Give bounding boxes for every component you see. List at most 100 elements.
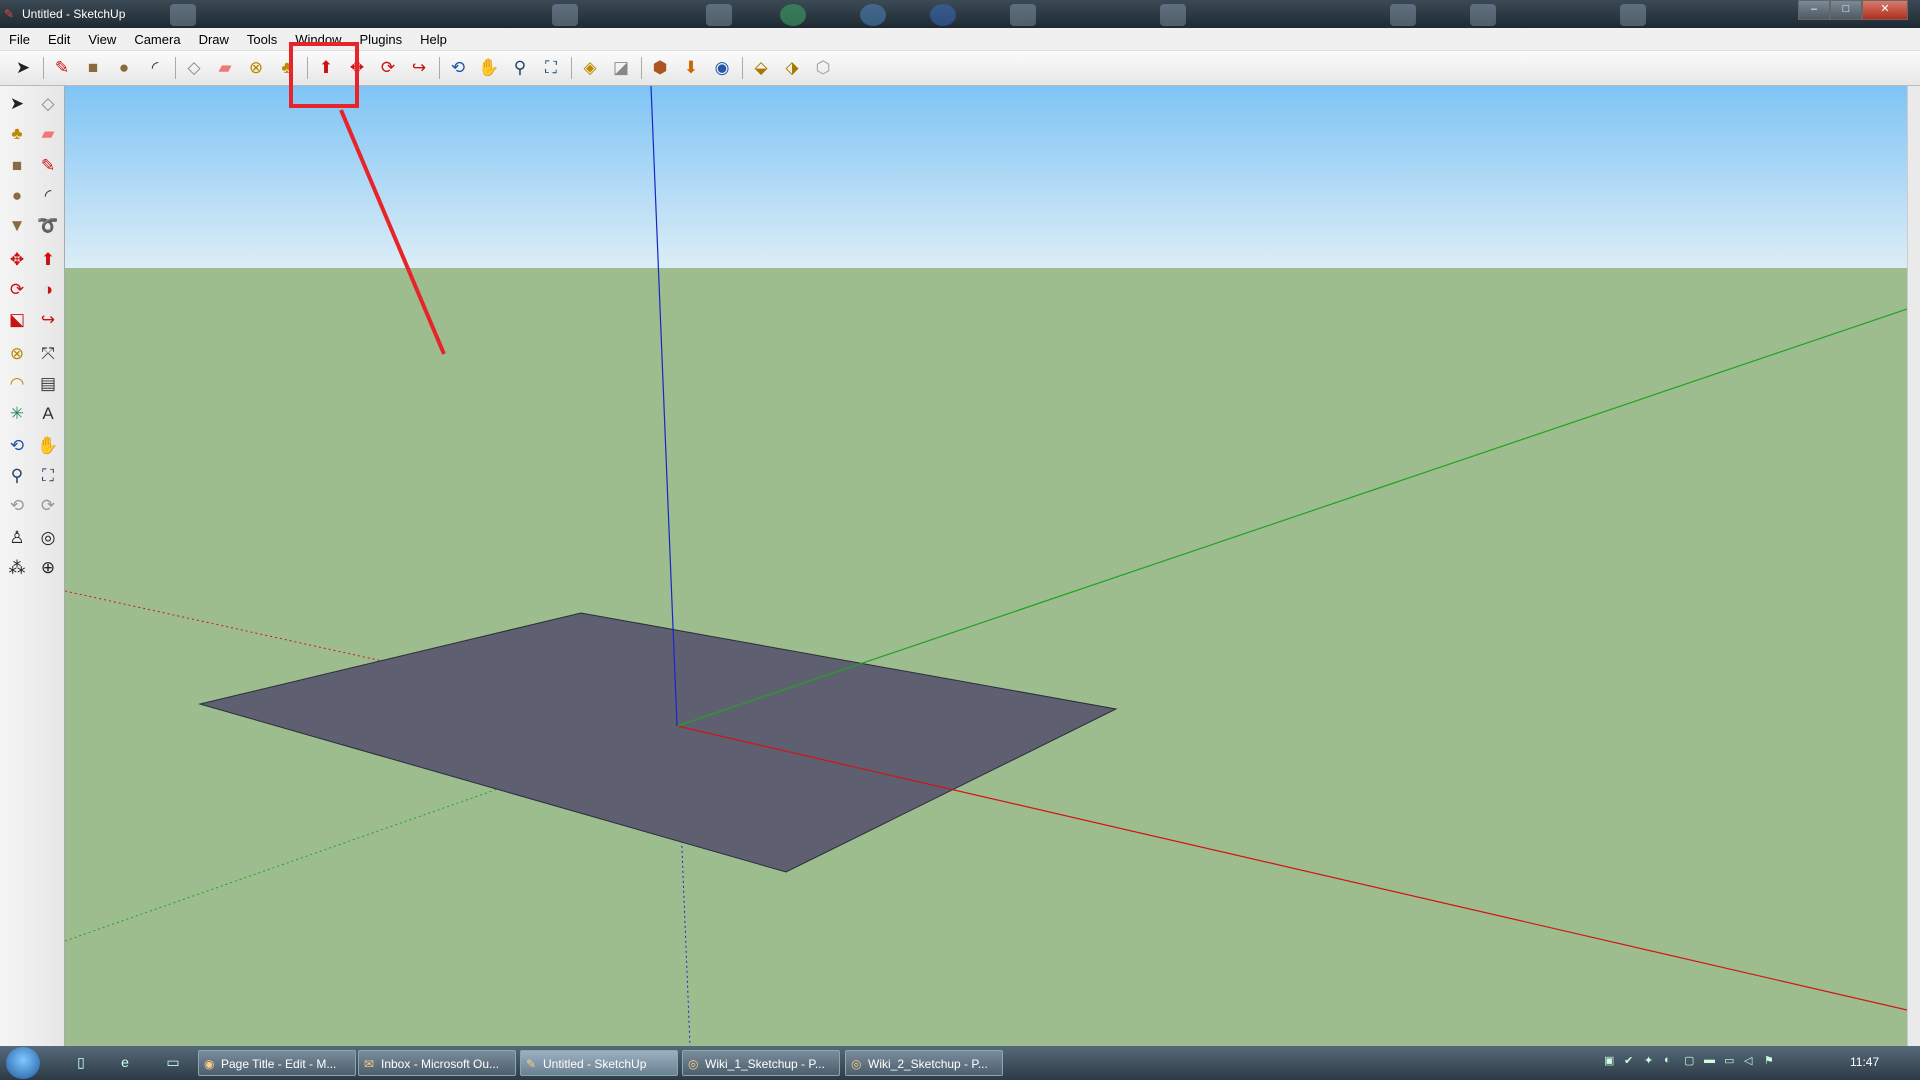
toolbar-button[interactable]: ⬙ <box>748 55 774 81</box>
left-toolbar-button[interactable]: ➰ <box>34 212 62 240</box>
desktop-shortcut-icon <box>1160 4 1186 26</box>
toolbar-separator <box>175 57 176 79</box>
left-toolbar-button[interactable]: ✋ <box>34 432 62 460</box>
menu-tools[interactable]: Tools <box>238 32 286 47</box>
left-toolbar-button[interactable]: ✳ <box>3 400 31 428</box>
left-toolbar-button[interactable]: ⤧ <box>34 340 62 368</box>
toolbar-button[interactable]: ✎ <box>49 55 75 81</box>
toolbar-button[interactable]: ↪ <box>406 55 432 81</box>
toolbar-button[interactable]: ⚲ <box>507 55 533 81</box>
menu-file[interactable]: File <box>0 32 39 47</box>
select-tool-icon: ➤ <box>9 94 25 113</box>
left-toolbar-button[interactable]: ⚲ <box>3 462 31 490</box>
left-toolbar-button[interactable]: ⊗ <box>3 340 31 368</box>
left-toolbar-button[interactable]: ◜ <box>34 182 62 210</box>
dimension-tool-icon: ⤧ <box>41 344 55 363</box>
rectangle-tool-icon: ■ <box>87 58 99 77</box>
menu-help[interactable]: Help <box>411 32 456 47</box>
left-toolbar-button[interactable]: ⬕ <box>3 306 31 334</box>
left-toolbar-button[interactable]: A <box>34 400 62 428</box>
minimize-button[interactable]: – <box>1798 0 1830 20</box>
menu-camera[interactable]: Camera <box>125 32 189 47</box>
left-toolbar-button[interactable]: ✥ <box>3 246 31 274</box>
left-toolbar-button[interactable]: ↪ <box>34 306 62 334</box>
left-toolbar-button[interactable]: ➤ <box>3 90 31 118</box>
make-component-icon: ◇ <box>41 94 55 113</box>
toolbar-button[interactable]: ▰ <box>212 55 238 81</box>
left-toolbar-button[interactable]: ▤ <box>34 370 62 398</box>
toolbar-button[interactable]: ⟲ <box>445 55 471 81</box>
left-toolbar-button[interactable]: ◎ <box>34 524 62 552</box>
clock[interactable]: 11:47 <box>1850 1055 1879 1069</box>
tray-battery-icon[interactable]: ▬ <box>1704 1054 1718 1068</box>
maximize-button[interactable]: □ <box>1830 0 1862 20</box>
tray-flag-icon[interactable]: ⚑ <box>1764 1054 1778 1068</box>
toolbar-button[interactable]: ⬡ <box>810 55 836 81</box>
left-toolbar-button[interactable]: ⟳ <box>34 492 62 520</box>
internet-explorer-icon[interactable]: e <box>116 1054 134 1072</box>
toolbar-button[interactable]: ⬗ <box>779 55 805 81</box>
left-toolbar-button[interactable]: ⁂ <box>3 554 31 582</box>
make-component-icon: ◇ <box>187 58 201 77</box>
left-toolbar-button[interactable]: ⟲ <box>3 432 31 460</box>
left-toolbar-button[interactable]: ⛶ <box>34 462 62 490</box>
start-button[interactable] <box>6 1047 40 1079</box>
toolbar-button[interactable]: ⬇ <box>678 55 704 81</box>
menu-draw[interactable]: Draw <box>190 32 238 47</box>
menu-bar: File Edit View Camera Draw Tools Window … <box>0 28 1920 51</box>
quick-launch-icon[interactable]: ▭ <box>164 1054 182 1072</box>
left-toolbar-button[interactable]: ◑ <box>34 276 62 304</box>
toolbar-button[interactable]: ⊗ <box>243 55 269 81</box>
left-toolbar-button[interactable]: ⊕ <box>34 554 62 582</box>
toolbar-button[interactable]: ⬢ <box>647 55 673 81</box>
toolbar-button[interactable]: ◉ <box>709 55 735 81</box>
menu-view[interactable]: View <box>79 32 125 47</box>
taskbar-button[interactable]: ◎ Wiki_1_Sketchup - P... <box>682 1050 840 1076</box>
tray-security-icon[interactable]: ◐ <box>1664 1054 1678 1068</box>
pan-tool-icon: ✋ <box>37 436 59 455</box>
taskbar-button[interactable]: ◉ Page Title - Edit - M... <box>198 1050 356 1076</box>
left-toolbar-button[interactable]: ● <box>3 182 31 210</box>
tray-chat-icon[interactable]: ▢ <box>1684 1054 1698 1068</box>
show-desktop-icon[interactable]: ▯ <box>72 1054 90 1072</box>
rotate-tool-icon: ⟳ <box>9 280 25 299</box>
toolbar-button[interactable]: ● <box>111 55 137 81</box>
menu-edit[interactable]: Edit <box>39 32 79 47</box>
toolbar-button[interactable]: ◈ <box>577 55 603 81</box>
toolbar-button[interactable]: ◜ <box>142 55 168 81</box>
toolbar-button[interactable]: ⛶ <box>538 55 564 81</box>
left-toolbar-button[interactable]: ✎ <box>34 152 62 180</box>
left-toolbar-button[interactable]: ⬆ <box>34 246 62 274</box>
left-toolbar-button[interactable]: ■ <box>3 152 31 180</box>
left-toolbar-button[interactable]: ▰ <box>34 120 62 148</box>
next-view-icon: ⟳ <box>40 496 56 515</box>
toolbar-button[interactable]: ✋ <box>476 55 502 81</box>
toolbar-button[interactable]: ➤ <box>10 55 36 81</box>
tray-display-icon[interactable]: ▭ <box>1724 1054 1738 1068</box>
tray-acrobat-icon[interactable]: ✦ <box>1644 1054 1658 1068</box>
menu-plugins[interactable]: Plugins <box>351 32 412 47</box>
left-toolbar-button[interactable]: ◇ <box>34 90 62 118</box>
left-toolbar-button[interactable]: ⟲ <box>3 492 31 520</box>
tray-check-icon[interactable]: ✔ <box>1624 1054 1638 1068</box>
toolbar-button[interactable]: ◇ <box>181 55 207 81</box>
left-toolbar-button[interactable]: ▼ <box>3 212 31 240</box>
taskbar-button[interactable]: ✉ Inbox - Microsoft Ou... <box>358 1050 516 1076</box>
close-button[interactable]: ✕ <box>1862 0 1908 20</box>
toolbar-button[interactable]: ◪ <box>608 55 634 81</box>
large-tool-set-toolbar: ➤ ◇ ♣ ▰ ■ ✎ ● ◜ ▼ ➰ ✥ ⬆ ⟳ ◑ ⬕ ↪ ⊗ ⤧ ◠ ▤ ✳ A ⟲ ✋ ⚲ ⛶ ⟲ ⟳ ♙ ◎ ⁂ ⊕ <box>0 86 65 1046</box>
left-toolbar-button[interactable]: ⟳ <box>3 276 31 304</box>
taskbar-button[interactable]: ✎ Untitled - SketchUp <box>520 1050 678 1076</box>
toolbar-button[interactable]: ⟳ <box>375 55 401 81</box>
tray-volume-icon[interactable]: ◁ <box>1744 1054 1758 1068</box>
toolbar-button[interactable]: ■ <box>80 55 106 81</box>
tray-network-icon[interactable]: ▣ <box>1604 1054 1618 1068</box>
left-toolbar-button[interactable]: ♣ <box>3 120 31 148</box>
modeling-viewport[interactable] <box>65 86 1907 1046</box>
taskbar-app-icon: ◉ <box>204 1057 215 1071</box>
taskbar-app-icon: ◎ <box>851 1057 862 1071</box>
vertical-scrollbar[interactable] <box>1907 86 1920 1046</box>
taskbar-button[interactable]: ◎ Wiki_2_Sketchup - P... <box>845 1050 1003 1076</box>
left-toolbar-button[interactable]: ◠ <box>3 370 31 398</box>
left-toolbar-button[interactable]: ♙ <box>3 524 31 552</box>
